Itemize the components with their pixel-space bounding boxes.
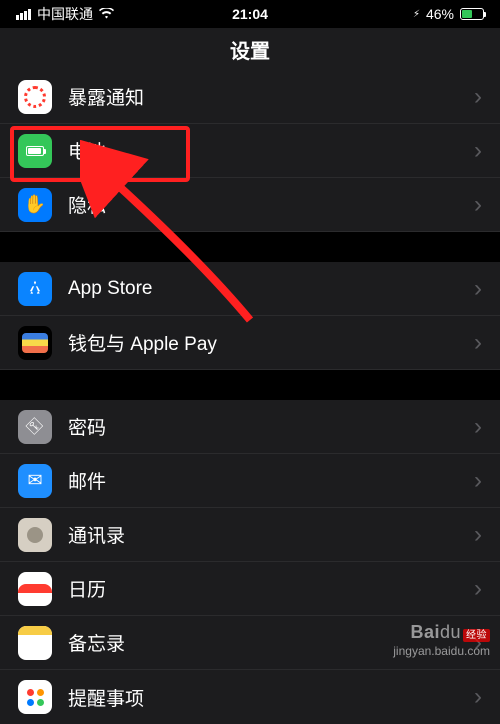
chevron-right-icon: › (474, 683, 482, 711)
row-label: 日历 (68, 575, 474, 602)
status-left: 中国联通 (16, 4, 114, 24)
row-label: 电池 (68, 137, 474, 164)
row-passwords[interactable]: ⚿ 密码 › (0, 400, 500, 454)
wallet-icon (18, 326, 52, 360)
row-battery[interactable]: 电池 › (0, 124, 500, 178)
row-privacy[interactable]: ✋ 隐私 › (0, 178, 500, 232)
row-label: 密码 (68, 413, 474, 440)
signal-icon (16, 9, 31, 20)
chevron-right-icon: › (474, 467, 482, 495)
key-icon: ⚿ (18, 410, 52, 444)
chevron-right-icon: › (474, 413, 482, 441)
status-right: ⚡︎ 46% (412, 6, 484, 22)
page-title: 设置 (0, 28, 500, 70)
chevron-right-icon: › (474, 137, 482, 165)
row-exposure-notification[interactable]: 暴露通知 › (0, 70, 500, 124)
status-bar: 中国联通 21:04 ⚡︎ 46% (0, 0, 500, 28)
chevron-right-icon: › (474, 329, 482, 357)
watermark-brand-2: du (440, 622, 461, 642)
row-reminders[interactable]: 提醒事项 › (0, 670, 500, 724)
chevron-right-icon: › (474, 191, 482, 219)
row-label: 邮件 (68, 467, 474, 494)
watermark: Baidu经验 jingyan.baidu.com (393, 621, 490, 660)
contacts-icon (18, 518, 52, 552)
carrier-label: 中国联通 (37, 4, 93, 24)
row-wallet[interactable]: 钱包与 Apple Pay › (0, 316, 500, 370)
row-label: 通讯录 (68, 521, 474, 548)
chevron-right-icon: › (474, 521, 482, 549)
watermark-url: jingyan.baidu.com (393, 644, 490, 660)
row-label: 暴露通知 (68, 83, 474, 110)
mail-icon: ✉︎ (18, 464, 52, 498)
chevron-right-icon: › (474, 575, 482, 603)
appstore-icon (18, 272, 52, 306)
chevron-right-icon: › (474, 275, 482, 303)
reminders-icon (18, 680, 52, 714)
group-separator (0, 370, 500, 400)
charging-icon: ⚡︎ (413, 9, 420, 20)
privacy-icon: ✋ (18, 188, 52, 222)
row-label: App Store (68, 278, 474, 300)
row-label: 钱包与 Apple Pay (68, 329, 474, 356)
battery-percent: 46% (426, 6, 454, 22)
wifi-icon (99, 7, 114, 22)
row-calendar[interactable]: 日历 › (0, 562, 500, 616)
row-label: 提醒事项 (68, 684, 474, 711)
watermark-tag: 经验 (463, 629, 490, 642)
notes-icon (18, 626, 52, 660)
row-mail[interactable]: ✉︎ 邮件 › (0, 454, 500, 508)
row-label: 隐私 (68, 191, 474, 218)
chevron-right-icon: › (474, 83, 482, 111)
calendar-icon (18, 572, 52, 606)
row-app-store[interactable]: App Store › (0, 262, 500, 316)
row-contacts[interactable]: 通讯录 › (0, 508, 500, 562)
battery-app-icon (18, 134, 52, 168)
status-time: 21:04 (232, 6, 268, 22)
battery-icon (460, 8, 484, 20)
group-separator (0, 232, 500, 262)
watermark-brand-1: Bai (410, 622, 440, 642)
exposure-icon (18, 80, 52, 114)
